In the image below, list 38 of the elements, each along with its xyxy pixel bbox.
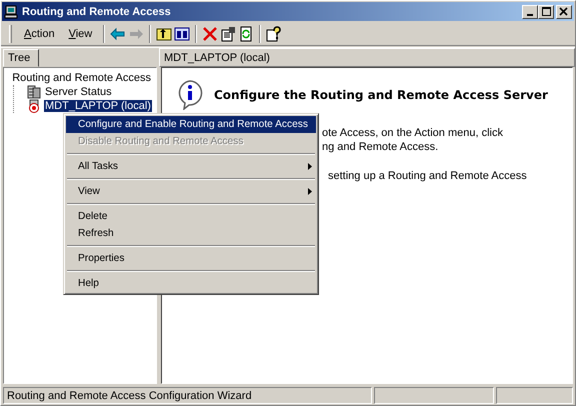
menu-item[interactable]: Refresh xyxy=(66,225,316,242)
menu-item[interactable]: Configure and Enable Routing and Remote Access xyxy=(66,116,316,133)
menu-item[interactable]: View xyxy=(62,26,98,42)
tree-item[interactable]: Server Status xyxy=(44,86,113,98)
submenu-arrow-icon xyxy=(308,188,312,195)
info-icon xyxy=(176,80,204,110)
menu-item[interactable]: Action xyxy=(18,26,61,42)
info-text: ng and Remote Access. xyxy=(322,140,440,154)
help-icon[interactable] xyxy=(266,26,282,42)
menu-item[interactable]: Delete xyxy=(66,208,316,225)
close-icon xyxy=(559,7,569,16)
menu-item[interactable]: Properties xyxy=(66,250,316,267)
back-arrow-icon[interactable] xyxy=(110,26,126,42)
window-title: Routing and Remote Access xyxy=(22,6,172,18)
info-heading: Configure the Routing and Remote Access Server xyxy=(214,88,548,102)
status-text: Routing and Remote Access Configuration Wizard xyxy=(3,387,372,404)
menu-item[interactable]: View xyxy=(66,183,316,200)
computer-icon xyxy=(4,4,18,18)
properties-icon[interactable] xyxy=(220,26,236,42)
maximize-icon xyxy=(541,7,551,16)
tree-tab[interactable]: Tree xyxy=(3,49,39,67)
close-button[interactable] xyxy=(556,4,572,18)
folder-up-icon[interactable] xyxy=(156,26,172,42)
menu-item[interactable]: All Tasks xyxy=(66,158,316,175)
info-text: setting up a Routing and Remote Access xyxy=(328,169,528,183)
submenu-arrow-icon xyxy=(308,163,312,170)
server-icon xyxy=(27,85,41,99)
refresh-icon[interactable] xyxy=(238,26,254,42)
minimize-button[interactable] xyxy=(522,4,538,18)
minimize-icon xyxy=(527,14,533,16)
panes-icon[interactable] xyxy=(174,26,190,42)
menu-item[interactable]: Help xyxy=(66,275,316,292)
info-text: ote Access, on the Action menu, click xyxy=(322,126,504,140)
tree-item[interactable]: MDT_LAPTOP (local) xyxy=(44,100,152,112)
server-icon xyxy=(27,99,41,113)
pane-header: MDT_LAPTOP (local) xyxy=(159,48,575,67)
maximize-button[interactable] xyxy=(538,4,554,18)
tree-item[interactable]: Routing and Remote Access xyxy=(11,72,152,84)
